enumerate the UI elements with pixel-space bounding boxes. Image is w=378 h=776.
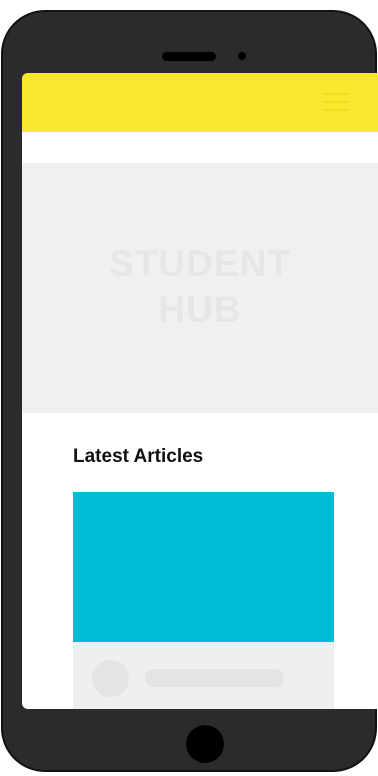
article-card-footer: [73, 642, 334, 709]
hamburger-menu-icon[interactable]: [324, 93, 348, 113]
author-avatar-placeholder: [92, 660, 129, 697]
phone-screen: STUDENT HUB Latest Articles: [22, 73, 378, 709]
home-button[interactable]: [186, 725, 224, 763]
hero-title: STUDENT HUB: [22, 241, 378, 333]
hero-title-line-2: HUB: [158, 289, 242, 330]
speaker-slot: [162, 52, 216, 61]
hero-title-line-1: STUDENT: [109, 243, 291, 284]
header-bar: [22, 73, 378, 132]
author-name-placeholder: [145, 669, 284, 687]
hero-banner: STUDENT HUB: [22, 163, 378, 413]
article-card[interactable]: [73, 492, 334, 709]
article-image: [73, 492, 334, 642]
latest-articles-heading: Latest Articles: [73, 446, 204, 467]
front-camera: [238, 52, 246, 60]
